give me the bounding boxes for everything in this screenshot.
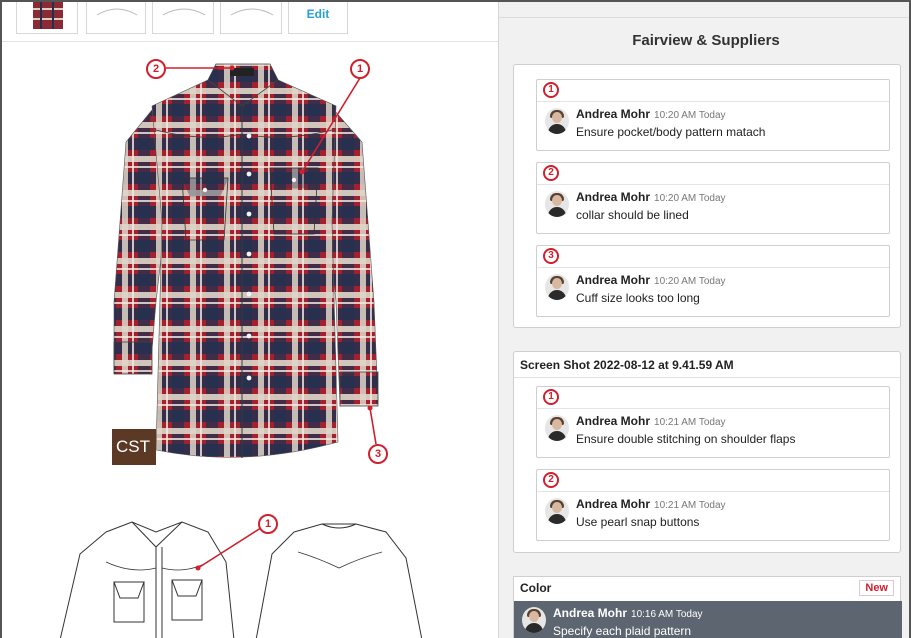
author-name: Andrea Mohr [576, 190, 651, 204]
new-badge: New [859, 580, 894, 596]
comment-group-2: Screen Shot 2022-08-12 at 9.41.59 AM 1 A… [513, 351, 901, 553]
comment-card[interactable]: 1 Andrea Mohr 10:21 AM Today Ensure doubl… [536, 386, 890, 458]
comment-time: 10:21 AM Today [654, 417, 726, 428]
comment-body: Andrea Mohr 10:20 AM Today collar should … [537, 185, 889, 233]
technical-flat-sketch[interactable] [2, 502, 498, 638]
comment-author: Andrea Mohr 10:21 AM Today [576, 497, 726, 511]
comment-header: 3 [537, 246, 889, 268]
comment-time: 10:16 AM Today [631, 609, 703, 620]
author-name: Andrea Mohr [576, 414, 651, 428]
avatar [545, 108, 569, 134]
comment-author: Andrea Mohr 10:21 AM Today [576, 414, 726, 428]
comment-pin-badge: 1 [543, 82, 559, 98]
comment-card[interactable]: 2 Andrea Mohr 10:21 AM Today Use pearl sn… [536, 469, 890, 541]
avatar [545, 415, 569, 441]
thumbnail-strip: Edit [2, 2, 498, 42]
annotation-pin-3[interactable]: 3 [368, 444, 388, 464]
annotation-pin-1[interactable]: 1 [350, 59, 370, 79]
comment-text: Use pearl snap buttons [576, 515, 700, 529]
comment-card[interactable]: 2 Andrea Mohr 10:20 AM Today collar shoul… [536, 162, 890, 234]
comment-body: Andrea Mohr 10:21 AM Today Use pearl snap… [537, 492, 889, 540]
comment-group-title: Screen Shot 2022-08-12 at 9.41.59 AM [514, 352, 900, 378]
comment-card[interactable]: 3 Andrea Mohr 10:20 AM Today Cuff size lo… [536, 245, 890, 317]
color-comment-thread[interactable]: Color New Andrea Mohr 10:16 AM Today Spec… [513, 576, 902, 638]
comment-pin-badge: 2 [543, 472, 559, 488]
comment-time: 10:20 AM Today [654, 193, 726, 204]
thumbnail-flat-3[interactable] [220, 2, 282, 34]
fabric-swatch-label: CST [112, 429, 156, 465]
thread-title: Color [520, 581, 552, 595]
thumbnail-flat-1[interactable] [86, 2, 146, 34]
thumbnail-flat-2[interactable] [152, 2, 214, 34]
comment-text: Ensure pocket/body pattern matach [576, 125, 766, 139]
avatar [545, 498, 569, 524]
comment-group-1: 1 Andrea Mohr 10:20 AM Today Ensure pocke… [513, 64, 901, 328]
image-viewer-pane: Edit 2 1 3 CST 1 [2, 2, 498, 638]
author-name: Andrea Mohr [576, 273, 651, 287]
comment-header: 2 [537, 163, 889, 185]
comment-body: Andrea Mohr 10:20 AM Today Ensure pocket/… [537, 102, 889, 150]
comment-body: Andrea Mohr 10:21 AM Today Ensure double … [537, 409, 889, 457]
comment-header: 1 [537, 387, 889, 409]
comment-time: 10:21 AM Today [654, 500, 726, 511]
comment-text: collar should be lined [576, 208, 689, 222]
comment-author: Andrea Mohr 10:16 AM Today [553, 606, 703, 620]
annotation-pin-2[interactable]: 2 [146, 59, 166, 79]
thread-header: Color New [514, 577, 900, 599]
comment-body: Andrea Mohr 10:20 AM Today Cuff size look… [537, 268, 889, 316]
author-name: Andrea Mohr [576, 107, 651, 121]
comment-pin-badge: 1 [543, 389, 559, 405]
edit-thumbnails-button[interactable]: Edit [288, 2, 348, 34]
thumbnail-shirt-photo[interactable] [16, 2, 78, 34]
comment-header: 2 [537, 470, 889, 492]
comment-text: Cuff size looks too long [576, 291, 700, 305]
comment-author: Andrea Mohr 10:20 AM Today [576, 107, 726, 121]
avatar [545, 191, 569, 217]
flat-annotation-pin-1[interactable]: 1 [258, 514, 278, 534]
comments-pane-top-strip [499, 2, 909, 18]
comment-text: Ensure double stitching on shoulder flap… [576, 432, 796, 446]
comment-author: Andrea Mohr 10:20 AM Today [576, 273, 726, 287]
comment-card[interactable]: 1 Andrea Mohr 10:20 AM Today Ensure pocke… [536, 79, 890, 151]
panel-title: Fairview & Suppliers [632, 32, 780, 49]
author-name: Andrea Mohr [553, 606, 628, 620]
avatar [545, 274, 569, 300]
selected-comment[interactable]: Andrea Mohr 10:16 AM Today Specify each p… [514, 601, 902, 638]
shirt-photo[interactable] [2, 42, 498, 472]
app-window: Edit 2 1 3 CST 1 Fairview & Suppliers 1 … [0, 0, 911, 638]
comment-time: 10:20 AM Today [654, 110, 726, 121]
comment-time: 10:20 AM Today [654, 276, 726, 287]
comment-author: Andrea Mohr 10:20 AM Today [576, 190, 726, 204]
comment-header: 1 [537, 80, 889, 102]
comments-pane: Fairview & Suppliers 1 Andrea Mohr 10:20 … [499, 2, 909, 638]
author-name: Andrea Mohr [576, 497, 651, 511]
comment-pin-badge: 2 [543, 165, 559, 181]
comment-pin-badge: 3 [543, 248, 559, 264]
edit-label: Edit [306, 7, 330, 21]
avatar [522, 607, 546, 633]
comment-text: Specify each plaid pattern [553, 624, 692, 638]
